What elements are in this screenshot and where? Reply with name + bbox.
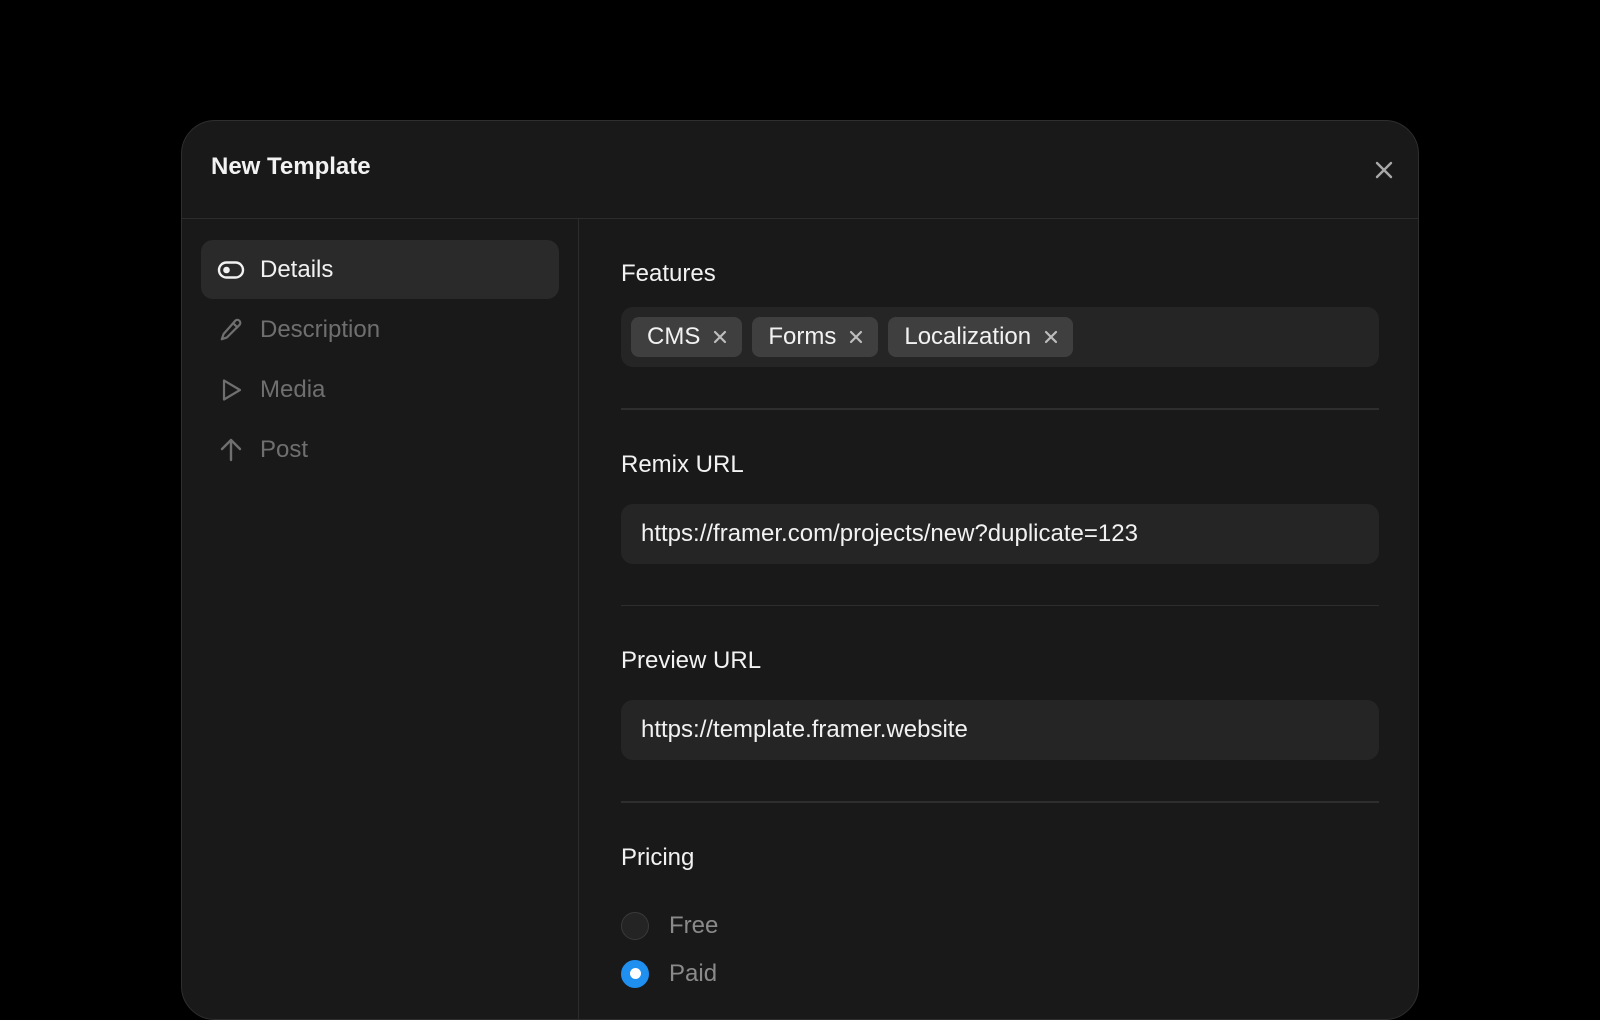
sidebar-item-media[interactable]: Media xyxy=(201,360,559,419)
pricing-option-free[interactable]: Free xyxy=(621,911,1379,941)
new-template-modal: New Template Details Description Media P… xyxy=(181,120,1419,1020)
sidebar-item-label: Details xyxy=(260,255,334,283)
pencil-icon xyxy=(217,316,245,344)
close-button[interactable] xyxy=(1370,156,1398,184)
feature-tag-label: Forms xyxy=(768,323,837,350)
sidebar-item-label: Media xyxy=(260,375,326,403)
sidebar-item-details[interactable]: Details xyxy=(201,240,559,299)
radio-selected-dot xyxy=(629,968,641,979)
feature-tag-label: CMS xyxy=(647,323,701,350)
pricing-section: Pricing Free Paid xyxy=(621,803,1379,989)
sidebar-item-description[interactable]: Description xyxy=(201,300,559,359)
remove-tag-icon[interactable] xyxy=(848,329,864,345)
remix-url-section: Remix URL xyxy=(621,410,1379,606)
remove-tag-icon[interactable] xyxy=(712,329,728,345)
toggle-icon xyxy=(217,256,245,284)
sidebar-item-label: Post xyxy=(260,435,309,463)
feature-tag[interactable]: Localization xyxy=(888,317,1074,357)
play-icon xyxy=(217,376,245,404)
feature-tag[interactable]: CMS xyxy=(631,317,743,357)
arrow-up-icon xyxy=(217,436,245,464)
remix-url-input[interactable] xyxy=(621,503,1379,564)
radio-paid[interactable] xyxy=(621,959,649,988)
pricing-label: Pricing xyxy=(621,843,695,871)
feature-tag[interactable]: Forms xyxy=(752,317,879,357)
modal-header: New Template xyxy=(182,121,1418,219)
radio-label: Paid xyxy=(669,959,718,987)
sidebar-item-label: Description xyxy=(260,315,381,343)
sidebar-item-post[interactable]: Post xyxy=(201,420,559,479)
remove-tag-icon[interactable] xyxy=(1043,329,1059,345)
features-tag-input[interactable]: CMS Forms Localization xyxy=(621,307,1379,367)
remix-url-label: Remix URL xyxy=(621,450,744,478)
radio-free[interactable] xyxy=(621,911,649,940)
feature-tag-label: Localization xyxy=(904,323,1032,350)
preview-url-input[interactable] xyxy=(621,700,1379,760)
modal-title: New Template xyxy=(211,153,371,180)
sidebar: Details Description Media Post xyxy=(182,219,579,1019)
preview-url-section: Preview URL xyxy=(621,606,1379,803)
details-panel: Features CMS Forms Localization Remix UR… xyxy=(621,219,1379,1019)
close-icon xyxy=(1375,161,1393,179)
features-label: Features xyxy=(621,260,716,287)
preview-url-label: Preview URL xyxy=(621,647,762,674)
pricing-option-paid[interactable]: Paid xyxy=(621,959,1379,989)
radio-label: Free xyxy=(669,911,719,939)
features-section: Features CMS Forms Localization xyxy=(621,219,1379,410)
